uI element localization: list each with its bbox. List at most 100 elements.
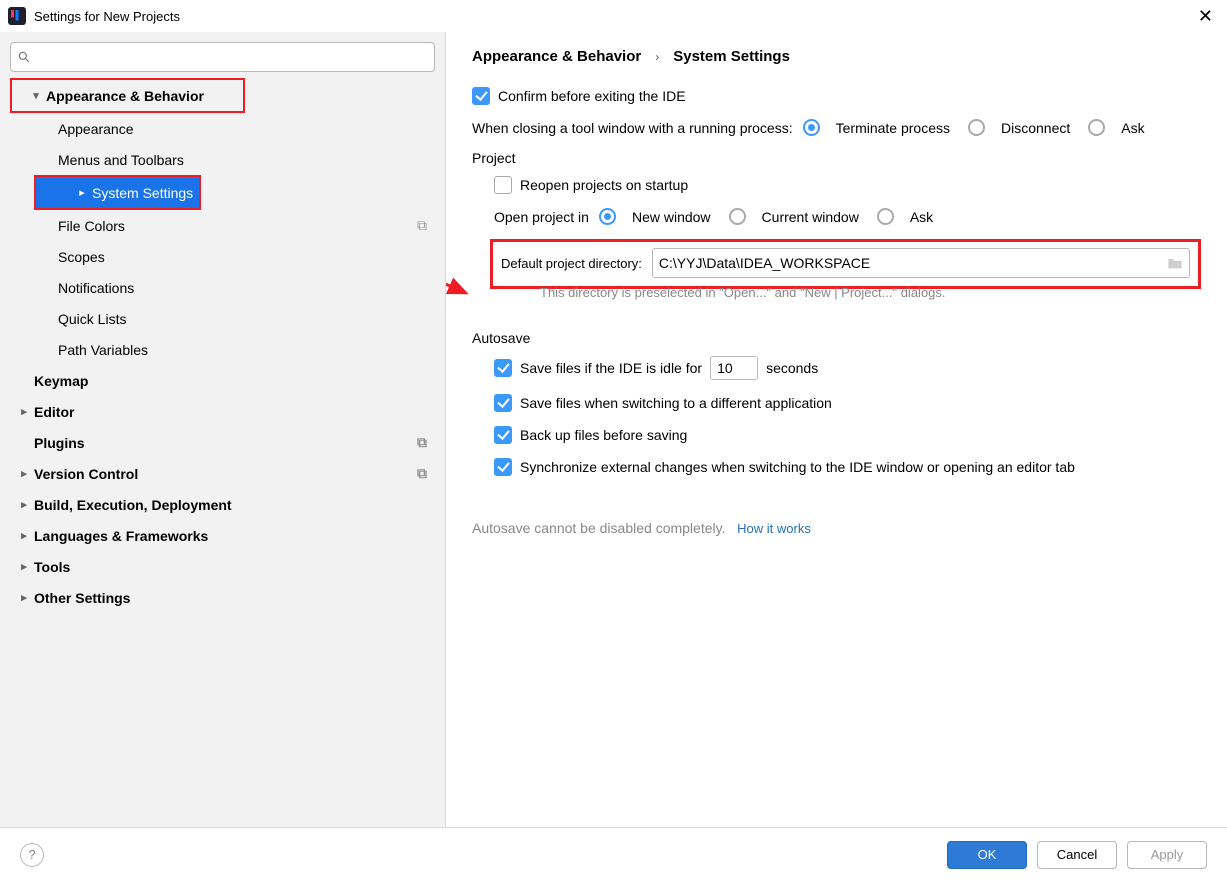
ok-button-label: OK bbox=[978, 847, 997, 862]
sidebar-item-file-colors[interactable]: File Colors ⧉ bbox=[0, 210, 445, 241]
sidebar-item-label: Languages & Frameworks bbox=[34, 528, 208, 544]
idle-save-checkbox[interactable] bbox=[494, 359, 512, 377]
autosave-note: Autosave cannot be disabled completely. bbox=[472, 520, 725, 536]
confirm-exit-checkbox[interactable] bbox=[472, 87, 490, 105]
dir-value: C:\YYJ\Data\IDEA_WORKSPACE bbox=[659, 255, 870, 271]
sidebar-item-label: Keymap bbox=[34, 373, 88, 389]
window-title: Settings for New Projects bbox=[34, 9, 180, 24]
breadcrumb-leaf: System Settings bbox=[673, 48, 790, 65]
sync-ext-checkbox[interactable] bbox=[494, 458, 512, 476]
switch-app-checkbox[interactable] bbox=[494, 394, 512, 412]
app-icon bbox=[8, 7, 26, 25]
project-section-header: Project bbox=[472, 150, 1201, 166]
apply-button-label: Apply bbox=[1151, 847, 1184, 862]
sidebar-item-quick-lists[interactable]: Quick Lists bbox=[0, 303, 445, 334]
settings-sidebar: ▾ Appearance & Behavior Appearance Menus… bbox=[0, 32, 446, 827]
dialog-footer: ? OK Cancel Apply bbox=[0, 827, 1227, 881]
search-field[interactable] bbox=[37, 50, 428, 65]
idle-save-prefix: Save files if the IDE is idle for bbox=[520, 360, 702, 376]
sidebar-item-tools[interactable]: ▸Tools bbox=[0, 551, 445, 582]
chevron-right-icon: ▸ bbox=[14, 529, 34, 542]
radio-open-ask-label: Ask bbox=[910, 209, 933, 225]
default-directory-input[interactable]: C:\YYJ\Data\IDEA_WORKSPACE bbox=[652, 248, 1190, 278]
cancel-button[interactable]: Cancel bbox=[1037, 841, 1117, 869]
ok-button[interactable]: OK bbox=[947, 841, 1027, 869]
sidebar-item-label: Editor bbox=[34, 404, 74, 420]
radio-new-window[interactable] bbox=[599, 208, 616, 225]
sidebar-item-keymap[interactable]: Keymap bbox=[0, 365, 445, 396]
default-directory-highlight: Default project directory: C:\YYJ\Data\I… bbox=[490, 239, 1201, 289]
reopen-checkbox[interactable] bbox=[494, 176, 512, 194]
chevron-right-icon: ▸ bbox=[14, 405, 34, 418]
copy-icon: ⧉ bbox=[417, 465, 427, 482]
dir-label: Default project directory: bbox=[501, 256, 642, 271]
apply-button[interactable]: Apply bbox=[1127, 841, 1207, 869]
autosave-section-header: Autosave bbox=[472, 330, 1201, 346]
search-input[interactable] bbox=[10, 42, 435, 72]
sidebar-item-label: Path Variables bbox=[58, 342, 148, 358]
cancel-button-label: Cancel bbox=[1057, 847, 1097, 862]
copy-icon: ⧉ bbox=[417, 217, 427, 234]
sidebar-item-label: Version Control bbox=[34, 466, 138, 482]
confirm-exit-label: Confirm before exiting the IDE bbox=[498, 88, 686, 104]
sidebar-item-appearance[interactable]: Appearance bbox=[0, 113, 445, 144]
chevron-right-icon: ▸ bbox=[14, 591, 34, 604]
chevron-right-icon: ▸ bbox=[14, 498, 34, 511]
sidebar-item-build[interactable]: ▸Build, Execution, Deployment bbox=[0, 489, 445, 520]
sidebar-item-system-settings[interactable]: ▸ System Settings bbox=[36, 177, 199, 208]
radio-disconnect-label: Disconnect bbox=[1001, 120, 1070, 136]
chevron-right-icon: › bbox=[655, 50, 659, 64]
radio-disconnect[interactable] bbox=[968, 119, 985, 136]
close-tool-label: When closing a tool window with a runnin… bbox=[472, 120, 793, 136]
sidebar-item-other-settings[interactable]: ▸Other Settings bbox=[0, 582, 445, 613]
idle-save-suffix: seconds bbox=[766, 360, 818, 376]
chevron-right-icon: ▸ bbox=[72, 186, 92, 199]
chevron-right-icon: ▸ bbox=[14, 560, 34, 573]
sidebar-item-path-variables[interactable]: Path Variables bbox=[0, 334, 445, 365]
chevron-down-icon: ▾ bbox=[26, 89, 46, 102]
sidebar-item-label: Quick Lists bbox=[58, 311, 126, 327]
radio-terminate-label: Terminate process bbox=[836, 120, 950, 136]
radio-ask-label: Ask bbox=[1121, 120, 1144, 136]
open-in-label: Open project in bbox=[494, 209, 589, 225]
how-it-works-link[interactable]: How it works bbox=[737, 521, 811, 536]
sidebar-item-label: System Settings bbox=[92, 185, 193, 201]
sidebar-item-label: Appearance bbox=[58, 121, 134, 137]
sidebar-item-label: File Colors bbox=[58, 218, 125, 234]
idle-seconds-input[interactable] bbox=[710, 356, 758, 380]
dir-hint: This directory is preselected in "Open..… bbox=[494, 285, 1201, 300]
close-icon[interactable]: ✕ bbox=[1192, 3, 1219, 29]
title-bar: Settings for New Projects ✕ bbox=[0, 0, 1227, 32]
radio-ask[interactable] bbox=[1088, 119, 1105, 136]
switch-app-label: Save files when switching to a different… bbox=[520, 395, 832, 411]
sidebar-item-plugins[interactable]: Plugins ⧉ bbox=[0, 427, 445, 458]
folder-icon[interactable] bbox=[1167, 256, 1183, 270]
radio-open-ask[interactable] bbox=[877, 208, 894, 225]
sidebar-item-languages[interactable]: ▸Languages & Frameworks bbox=[0, 520, 445, 551]
breadcrumb: Appearance & Behavior › System Settings bbox=[472, 48, 1201, 65]
help-button[interactable]: ? bbox=[20, 843, 44, 867]
sync-ext-label: Synchronize external changes when switch… bbox=[520, 459, 1075, 475]
sidebar-item-label: Menus and Toolbars bbox=[58, 152, 184, 168]
radio-current-window-label: Current window bbox=[762, 209, 859, 225]
sidebar-item-label: Scopes bbox=[58, 249, 105, 265]
radio-terminate[interactable] bbox=[803, 119, 820, 136]
sidebar-item-menus-toolbars[interactable]: Menus and Toolbars bbox=[0, 144, 445, 175]
sidebar-item-appearance-behavior[interactable]: ▾ Appearance & Behavior bbox=[12, 80, 243, 111]
copy-icon: ⧉ bbox=[417, 434, 427, 451]
sidebar-item-scopes[interactable]: Scopes bbox=[0, 241, 445, 272]
breadcrumb-root: Appearance & Behavior bbox=[472, 48, 641, 65]
radio-current-window[interactable] bbox=[729, 208, 746, 225]
sidebar-item-version-control[interactable]: ▸Version Control ⧉ bbox=[0, 458, 445, 489]
radio-new-window-label: New window bbox=[632, 209, 711, 225]
reopen-label: Reopen projects on startup bbox=[520, 177, 688, 193]
backup-checkbox[interactable] bbox=[494, 426, 512, 444]
sidebar-item-notifications[interactable]: Notifications bbox=[0, 272, 445, 303]
sidebar-item-label: Other Settings bbox=[34, 590, 130, 606]
chevron-right-icon: ▸ bbox=[14, 467, 34, 480]
sidebar-item-editor[interactable]: ▸Editor bbox=[0, 396, 445, 427]
search-icon bbox=[17, 50, 31, 64]
sidebar-item-label: Plugins bbox=[34, 435, 85, 451]
sidebar-item-label: Appearance & Behavior bbox=[46, 88, 204, 104]
settings-content: Appearance & Behavior › System Settings … bbox=[446, 32, 1227, 827]
